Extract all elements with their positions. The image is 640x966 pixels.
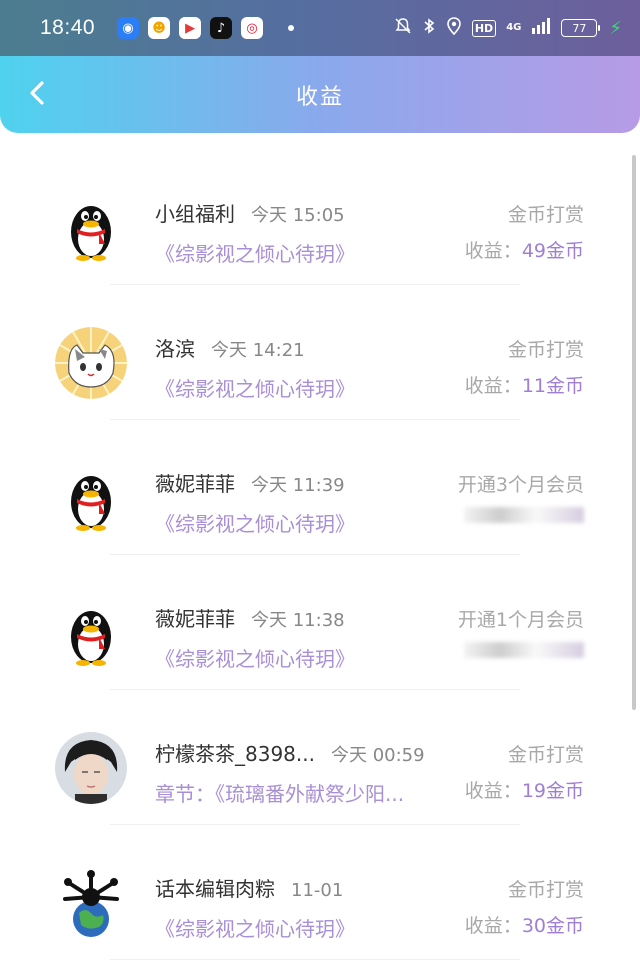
mute-bell-icon <box>394 17 412 39</box>
signal-icon <box>531 17 551 39</box>
user-name-line: 话本编辑肉粽 11-01 <box>155 873 343 902</box>
earnings-amount: 19金币 <box>521 780 584 802</box>
income-list-item[interactable]: 薇妮菲菲 今天 11:38 《综影视之倾心待玥》 开通1个月会员 <box>0 555 620 690</box>
location-icon <box>446 17 462 39</box>
hd-voice-badge: HD <box>471 19 497 37</box>
income-type: 金币打赏 <box>507 339 584 361</box>
user-name-line: 薇妮菲菲 今天 11:38 <box>155 603 345 632</box>
bluetooth-icon <box>422 17 436 39</box>
weibo-app-icon: ◎ <box>241 17 264 39</box>
back-button[interactable] <box>22 78 52 108</box>
tiktok-app-icon: ♪ <box>210 17 233 39</box>
network-type: 4G <box>506 22 522 33</box>
earnings-amount: 49金币 <box>521 240 584 262</box>
earnings-blurred <box>464 641 584 663</box>
income-list-item[interactable]: 小组福利 今天 15:05 《综影视之倾心待玥》 金币打赏 收益：49金币 <box>0 150 620 285</box>
income-list-item[interactable]: 洛滨 今天 14:21 《综影视之倾心待玥》 金币打赏 收益：11金币 <box>0 285 620 420</box>
timestamp: 今天 11:39 <box>251 475 345 496</box>
notification-app-icons: ◉ ☻ ▶ ♪ ◎ <box>117 17 272 39</box>
user-avatar[interactable] <box>55 462 127 534</box>
user-name[interactable]: 洛滨 <box>155 337 195 361</box>
user-name[interactable]: 薇妮菲菲 <box>155 472 235 496</box>
header-bar: 收益 <box>0 56 640 133</box>
row-divider <box>110 959 520 960</box>
timestamp: 今天 00:59 <box>330 745 425 766</box>
timestamp: 11-01 <box>291 880 344 901</box>
more-notifications-dot <box>288 25 295 31</box>
earnings-label: 收益： <box>464 915 522 937</box>
charging-icon: ⚡ <box>609 17 622 39</box>
user-avatar[interactable] <box>55 732 127 804</box>
earnings-text: 收益：49金币 <box>465 236 584 263</box>
earnings-label: 收益： <box>464 780 522 802</box>
user-name-line: 洛滨 今天 14:21 <box>155 333 305 362</box>
photo-app-icon: ☻ <box>148 17 171 39</box>
timestamp: 今天 14:21 <box>211 340 305 361</box>
income-type: 开通3个月会员 <box>457 474 584 496</box>
income-type: 金币打赏 <box>507 879 584 901</box>
earnings-text: 收益：30金币 <box>465 911 584 938</box>
user-name[interactable]: 薇妮菲菲 <box>155 607 235 631</box>
scrollbar[interactable] <box>632 155 636 710</box>
income-type: 开通1个月会员 <box>457 609 584 631</box>
video-app-icon: ▶ <box>179 17 202 39</box>
earnings-amount: 30金币 <box>521 915 584 937</box>
earnings-blurred <box>464 506 584 528</box>
book-title-link[interactable]: 《综影视之倾心待玥》 <box>155 643 355 672</box>
timestamp: 今天 15:05 <box>251 205 345 226</box>
book-title-link[interactable]: 《综影视之倾心待玥》 <box>155 508 355 537</box>
book-title-link[interactable]: 《综影视之倾心待玥》 <box>155 373 355 402</box>
battery-icon: 77 <box>561 19 601 37</box>
user-avatar[interactable] <box>55 192 127 264</box>
user-avatar[interactable] <box>55 867 127 939</box>
timestamp: 今天 11:38 <box>251 610 345 631</box>
system-icons: HD 4G 77 ⚡ <box>394 17 622 39</box>
clock: 18:40 <box>40 16 96 39</box>
income-type: 金币打赏 <box>507 744 584 766</box>
page-title: 收益 <box>295 84 344 110</box>
income-list-item[interactable]: 柠檬茶茶_8398... 今天 00:59 章节：《琉璃番外献祭少阳... 金币打… <box>0 690 620 825</box>
user-avatar[interactable] <box>55 327 127 399</box>
income-list-item[interactable]: 话本编辑肉粽 11-01 《综影视之倾心待玥》 金币打赏 收益：30金币 <box>0 825 620 960</box>
user-name-line: 小组福利 今天 15:05 <box>155 198 345 227</box>
income-list-item[interactable]: 薇妮菲菲 今天 11:39 《综影视之倾心待玥》 开通3个月会员 <box>0 420 620 555</box>
user-name[interactable]: 小组福利 <box>155 202 235 226</box>
book-title-link[interactable]: 章节：《琉璃番外献祭少阳... <box>155 778 404 807</box>
user-name[interactable]: 柠檬茶茶_8398... <box>155 742 315 766</box>
chevron-left-icon <box>30 81 44 105</box>
income-type: 金币打赏 <box>507 204 584 226</box>
book-title-link[interactable]: 《综影视之倾心待玥》 <box>155 913 355 942</box>
book-title-link[interactable]: 《综影视之倾心待玥》 <box>155 238 355 267</box>
user-name-line: 薇妮菲菲 今天 11:39 <box>155 468 345 497</box>
maps-app-icon: ◉ <box>117 17 140 39</box>
user-name[interactable]: 话本编辑肉粽 <box>155 877 275 901</box>
earnings-text: 收益：11金币 <box>465 371 584 398</box>
earnings-label: 收益： <box>464 375 522 397</box>
earnings-label: 收益： <box>464 240 522 262</box>
user-name-line: 柠檬茶茶_8398... 今天 00:59 <box>155 738 425 767</box>
earnings-text: 收益：19金币 <box>465 776 584 803</box>
status-bar: 18:40 ◉ ☻ ▶ ♪ ◎ HD 4G 77 ⚡ <box>0 0 640 56</box>
earnings-amount: 11金币 <box>521 375 584 397</box>
user-avatar[interactable] <box>55 597 127 669</box>
income-list: 小组福利 今天 15:05 《综影视之倾心待玥》 金币打赏 收益：49金币 洛滨今… <box>0 150 640 966</box>
